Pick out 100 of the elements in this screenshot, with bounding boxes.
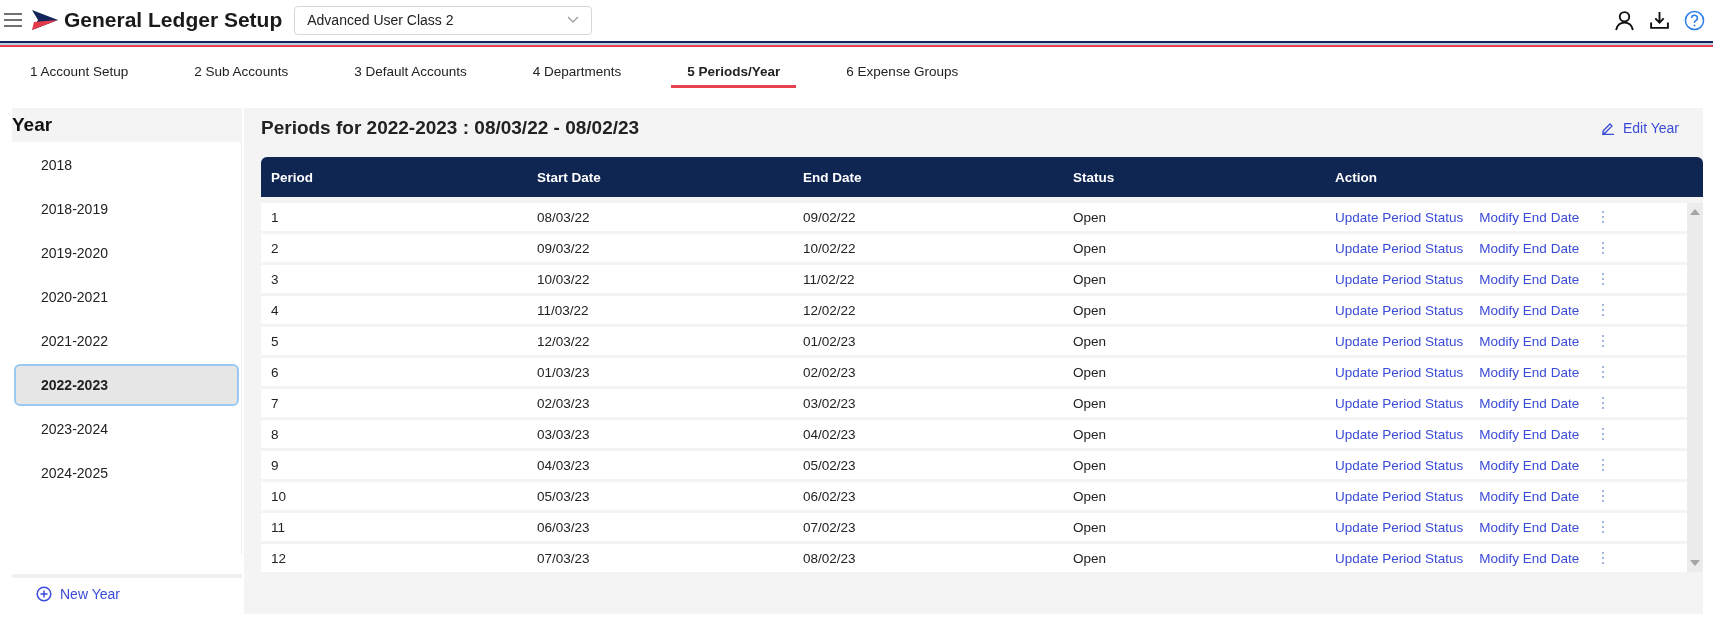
plus-circle-icon	[36, 586, 52, 602]
scroll-up-icon[interactable]	[1690, 209, 1700, 215]
more-options-icon[interactable]	[1601, 334, 1606, 348]
action-link[interactable]: Modify End Date	[1479, 271, 1580, 287]
year-item[interactable]: 2018-2019	[14, 188, 239, 230]
column-header: Period	[271, 169, 314, 185]
year-item[interactable]: 2019-2020	[14, 232, 239, 274]
column-header: Status	[1073, 169, 1116, 185]
table-cell-text: Open	[1073, 395, 1108, 411]
column-header: End Date	[803, 169, 863, 185]
tab[interactable]: 1 Account Setup	[28, 58, 131, 88]
year-item[interactable]: 2023-2024	[14, 408, 239, 450]
year-item[interactable]: 2024-2025	[14, 452, 239, 494]
more-options-icon[interactable]	[1601, 427, 1606, 441]
action-link[interactable]: Update Period Status	[1335, 395, 1464, 411]
action-link[interactable]: Modify End Date	[1479, 240, 1580, 256]
table-cell-text: 2	[271, 240, 280, 256]
download-icon[interactable]	[1649, 9, 1670, 31]
table-cell-text: Open	[1073, 209, 1108, 225]
action-link[interactable]: Update Period Status	[1335, 426, 1464, 442]
table-cell-text: 11/03/22	[537, 302, 590, 318]
more-options-icon[interactable]	[1601, 365, 1606, 379]
tab[interactable]: 3 Default Accounts	[352, 58, 469, 88]
year-item[interactable]: 2020-2021	[14, 276, 239, 318]
table-cell-text: 04/03/23	[537, 457, 591, 473]
more-options-icon[interactable]	[1601, 303, 1606, 317]
table-cell-text: 09/02/22	[803, 209, 857, 225]
edit-year-button[interactable]: Edit Year	[1600, 120, 1679, 136]
tab[interactable]: 2 Sub Accounts	[192, 58, 291, 88]
help-icon[interactable]	[1684, 9, 1705, 31]
table-cell-text: Open	[1073, 457, 1108, 473]
table-cell-text: 10	[271, 488, 288, 504]
action-link[interactable]: Update Period Status	[1335, 457, 1464, 473]
page-title: General Ledger Setup	[64, 8, 283, 32]
table-cell-text: 8	[271, 426, 280, 442]
tab[interactable]: 6 Expense Groups	[844, 58, 961, 88]
action-link[interactable]: Update Period Status	[1335, 519, 1464, 535]
logo-icon	[32, 10, 58, 30]
action-link[interactable]: Update Period Status	[1335, 271, 1464, 287]
tab[interactable]: 5 Periods/Year	[671, 58, 797, 88]
table-cell-text: 12/03/22	[537, 333, 591, 349]
table-cell-text: 06/03/23	[537, 519, 591, 535]
year-heading: Year	[12, 108, 242, 142]
table-cell-text: 02/02/23	[803, 364, 857, 380]
table-cell-text: 12	[271, 550, 288, 566]
table-cell-text: Open	[1073, 519, 1108, 535]
action-link[interactable]: Update Period Status	[1335, 302, 1464, 318]
table-cell-text: 7	[271, 395, 280, 411]
table-cell-text: Open	[1073, 302, 1108, 318]
table-cell-text: 1	[271, 209, 280, 225]
more-options-icon[interactable]	[1601, 458, 1606, 472]
more-options-icon[interactable]	[1601, 551, 1606, 565]
user-class-dropdown[interactable]: Advanced User Class 2	[294, 5, 593, 35]
action-link[interactable]: Update Period Status	[1335, 364, 1464, 380]
action-link[interactable]: Update Period Status	[1335, 240, 1464, 256]
action-link[interactable]: Modify End Date	[1479, 519, 1580, 535]
table-cell-text: 01/02/23	[803, 333, 857, 349]
more-options-icon[interactable]	[1601, 520, 1606, 534]
pencil-icon	[1600, 121, 1615, 135]
action-link[interactable]: Update Period Status	[1335, 550, 1464, 566]
table-cell-text: 5	[271, 333, 280, 349]
more-options-icon[interactable]	[1601, 489, 1606, 503]
table-cell-text: 07/03/23	[537, 550, 591, 566]
table-cell-text: 05/03/23	[537, 488, 591, 504]
action-link[interactable]: Modify End Date	[1479, 302, 1580, 318]
action-link[interactable]: Update Period Status	[1335, 209, 1464, 225]
table-cell-text: 6	[271, 364, 280, 380]
action-link[interactable]: Update Period Status	[1335, 333, 1464, 349]
table-cell-text: 05/02/23	[803, 457, 857, 473]
table-cell-text: Open	[1073, 271, 1108, 287]
table-cell-text: Open	[1073, 240, 1108, 256]
menu-icon[interactable]	[4, 12, 22, 28]
more-options-icon[interactable]	[1601, 210, 1606, 224]
action-link[interactable]: Modify End Date	[1479, 457, 1580, 473]
scroll-down-icon[interactable]	[1690, 560, 1700, 566]
action-link[interactable]: Modify End Date	[1479, 209, 1580, 225]
table-cell-text: 10/03/22	[537, 271, 591, 287]
action-link[interactable]: Modify End Date	[1479, 426, 1580, 442]
table-cell-text: 10/02/22	[803, 240, 857, 256]
tab[interactable]: 4 Departments	[530, 58, 624, 88]
table-cell-text: 11	[271, 519, 286, 535]
table-cell-text: Open	[1073, 550, 1108, 566]
table-cell-text: Open	[1073, 426, 1108, 442]
action-link[interactable]: Modify End Date	[1479, 395, 1580, 411]
more-options-icon[interactable]	[1601, 396, 1606, 410]
more-options-icon[interactable]	[1601, 241, 1606, 255]
table-cell-text: 09/03/22	[537, 240, 591, 256]
more-options-icon[interactable]	[1601, 272, 1606, 286]
table-cell-text: 3	[271, 271, 280, 287]
year-item[interactable]: 2022-2023	[14, 364, 239, 406]
action-link[interactable]: Modify End Date	[1479, 364, 1580, 380]
action-link[interactable]: Update Period Status	[1335, 488, 1464, 504]
year-item[interactable]: 2018	[14, 144, 239, 186]
user-icon[interactable]	[1614, 9, 1635, 31]
action-link[interactable]: Modify End Date	[1479, 333, 1580, 349]
action-link[interactable]: Modify End Date	[1479, 488, 1580, 504]
year-item[interactable]: 2021-2022	[14, 320, 239, 362]
action-link[interactable]: Modify End Date	[1479, 550, 1580, 566]
column-header: Action	[1335, 169, 1378, 185]
scrollbar[interactable]	[1687, 203, 1703, 572]
